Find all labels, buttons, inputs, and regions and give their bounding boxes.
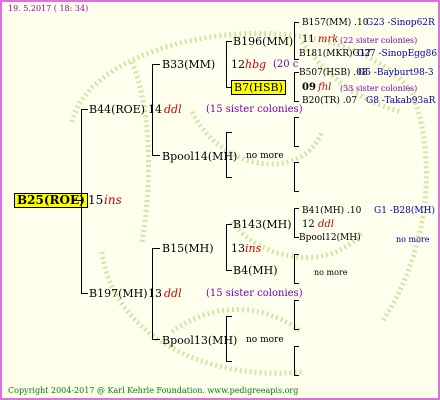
connector xyxy=(226,132,232,133)
connector xyxy=(226,270,232,271)
connector xyxy=(294,22,299,23)
gen4-row2-num: 11 xyxy=(302,34,315,45)
gen1-b-num: 13 xyxy=(148,287,162,300)
connector xyxy=(226,224,232,225)
connector xyxy=(294,101,299,102)
gen4-row4-origin: G5 -Bayburt98-3 xyxy=(358,68,434,78)
connector xyxy=(226,224,227,271)
connector xyxy=(226,132,227,178)
gen2-a-name[interactable]: B33(MM) xyxy=(162,58,215,71)
connector xyxy=(226,316,227,362)
connector xyxy=(294,22,295,60)
connector xyxy=(294,146,299,147)
gen4-row1-origin: G23 -Sinop62R xyxy=(366,18,435,28)
root-num: 15 xyxy=(88,193,104,207)
gen1-a-tag: ddl xyxy=(164,103,182,116)
connector xyxy=(294,208,295,238)
connector xyxy=(226,361,232,362)
connector xyxy=(152,64,160,65)
connector xyxy=(294,117,299,118)
connector xyxy=(226,177,232,178)
connector xyxy=(226,316,232,317)
connector xyxy=(294,300,295,330)
print-date: 19. 5.2017 ( 18: 34) xyxy=(8,4,89,13)
connector xyxy=(152,155,160,156)
gen1-a-note: (15 sister colonies) xyxy=(206,104,303,115)
gen3-a-num: 12 xyxy=(231,58,245,71)
gen3-d-note: no more xyxy=(314,268,348,277)
gen3-c-name[interactable]: B143(MH) xyxy=(233,218,292,231)
connector xyxy=(294,208,299,209)
connector xyxy=(294,283,299,284)
gen4-row7-origin: G1 -B28(MH) xyxy=(374,206,435,216)
gen1-a-name[interactable]: B44(ROE) xyxy=(89,103,145,116)
connector xyxy=(152,64,153,156)
gen4-row7[interactable]: B41(MH) .10 xyxy=(302,205,361,218)
connector xyxy=(294,346,299,347)
connector xyxy=(294,72,295,102)
gen3-c-num: 13 xyxy=(231,242,245,255)
connector xyxy=(81,293,88,294)
connector xyxy=(294,162,295,192)
connector xyxy=(226,41,227,88)
gen3-a-name[interactable]: B196(MM) xyxy=(233,35,293,48)
connector xyxy=(294,300,299,301)
gen4-row2-tag: mrk xyxy=(318,34,339,45)
connector xyxy=(294,375,299,376)
root-tag: ins xyxy=(104,193,122,207)
gen4-row9[interactable]: Bpool12(MH) xyxy=(299,232,361,245)
gen4-row5-num: 09 xyxy=(302,82,316,93)
gen2-b-note: no more xyxy=(246,151,284,161)
gen1-b-name[interactable]: B197(MH) xyxy=(89,287,148,300)
pedigree-frame: 19. 5.2017 ( 18: 34) B25(ROE) 15 ins B44… xyxy=(0,0,440,400)
connector xyxy=(294,254,299,255)
gen4-row6[interactable]: B20(TR) .07 xyxy=(302,95,357,108)
gen4-row5-note: (33 sister colonies) xyxy=(340,84,418,93)
gen3-a-tag: hbg xyxy=(245,58,267,71)
gen3-b-name[interactable]: B7(HSB) xyxy=(231,80,286,95)
connector xyxy=(226,41,232,42)
connector xyxy=(152,248,160,249)
gen4-row8-tag: ddl xyxy=(318,219,335,230)
gen1-a-num: 14 xyxy=(148,103,162,116)
gen4-row9-note: no more xyxy=(396,235,430,244)
connector xyxy=(294,329,299,330)
footer-copyright[interactable]: Copyright 2004-2017 @ Karl Kehrle Founda… xyxy=(8,386,298,396)
connector xyxy=(294,191,299,192)
connector xyxy=(294,346,295,376)
gen1-b-note: (15 sister colonies) xyxy=(206,288,303,299)
gen4-row2-note: (22 sister colonies) xyxy=(340,36,418,45)
connector xyxy=(294,254,295,284)
connector xyxy=(294,117,295,147)
gen1-b-tag: ddl xyxy=(164,287,182,300)
connector xyxy=(294,162,299,163)
gen4-row3-origin: G27 -SinopEgg86R xyxy=(357,49,440,59)
gen4-row6-origin: G8 -Takab93aR xyxy=(366,96,436,106)
gen2-c-name[interactable]: B15(MH) xyxy=(162,242,214,255)
gen3-c-tag: ins xyxy=(245,242,262,255)
gen4-row5-tag: fhl xyxy=(318,82,332,93)
connector xyxy=(152,248,153,340)
gen2-d-note: no more xyxy=(246,335,284,345)
gen3-d-name[interactable]: B4(MH) xyxy=(233,264,278,277)
gen4-row8-num: 12 xyxy=(302,219,315,230)
gen4-row1[interactable]: B157(MM) .10 xyxy=(302,17,368,30)
connector xyxy=(152,339,160,340)
connector xyxy=(81,109,82,294)
connector xyxy=(81,109,88,110)
